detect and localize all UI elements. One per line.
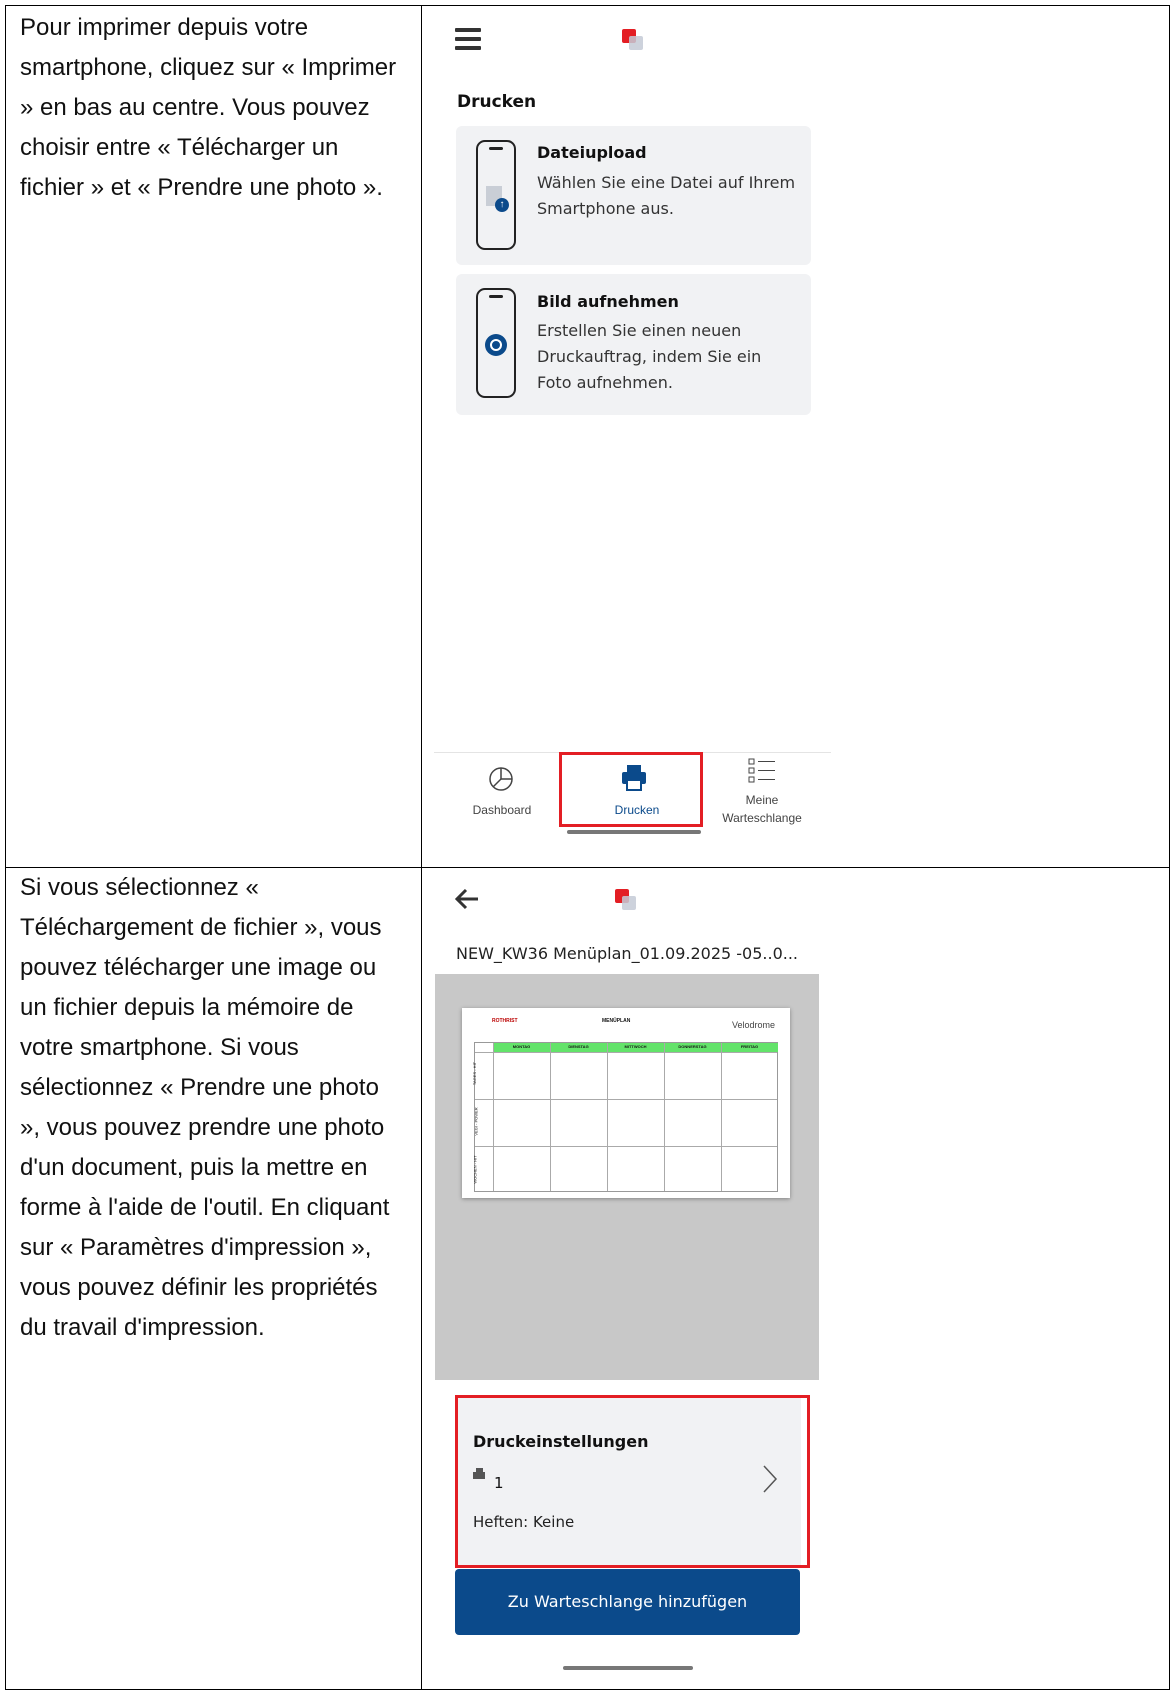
- list-icon[interactable]: [747, 757, 777, 785]
- add-to-queue-button[interactable]: Zu Warteschlange hinzufügen: [455, 1569, 800, 1635]
- home-indicator: [567, 830, 701, 834]
- day-label: DIENSTAG: [568, 1044, 589, 1049]
- menu-table: MONTAG DIENSTAG MITTWOCH DONNERSTAG FREI…: [472, 1042, 778, 1192]
- take-photo-card[interactable]: Bild aufnehmen Erstellen Sie einen neuen…: [456, 274, 811, 415]
- card-title: Bild aufnehmen: [537, 292, 679, 311]
- highlight-print-settings: [455, 1395, 810, 1568]
- nav-queue-line2[interactable]: Warteschlange: [714, 811, 810, 825]
- card-title: Dateiupload: [537, 143, 647, 162]
- file-upload-icon: ↑: [476, 140, 516, 250]
- doc-brand-right: Velodrome: [732, 1020, 776, 1030]
- app-logo: [622, 29, 648, 55]
- document-preview: ROTHRIST MENÜPLAN Velodrome MONTAG DIENS…: [435, 974, 819, 1380]
- day-label: DONNERSTAG: [678, 1044, 707, 1049]
- doc-brand-left: ROTHRIST: [492, 1018, 518, 1024]
- nav-dashboard[interactable]: Dashboard: [454, 803, 550, 817]
- page-title: Drucken: [457, 92, 537, 112]
- instruction-text-settings: Si vous sélectionnez « Téléchargement de…: [20, 874, 390, 1341]
- row-label: WOCHEN - HIT: [472, 1155, 478, 1184]
- highlight-drucken: [559, 752, 703, 827]
- column-divider: [421, 6, 422, 1689]
- menu-icon[interactable]: [455, 28, 481, 50]
- card-description: Wählen Sie eine Datei auf Ihrem Smartpho…: [537, 173, 796, 218]
- file-upload-card[interactable]: ↑ Dateiupload Wählen Sie eine Datei auf …: [456, 126, 811, 265]
- doc-title: MENÜPLAN: [602, 1018, 631, 1024]
- camera-shutter-icon: [476, 288, 516, 398]
- day-label: MITTWOCH: [624, 1044, 647, 1049]
- app-logo: [615, 889, 641, 915]
- nav-queue-line1[interactable]: Meine: [714, 793, 810, 807]
- row-label: VEGI - POWER: [473, 1107, 479, 1136]
- home-indicator: [563, 1666, 693, 1670]
- document-page: ROTHRIST MENÜPLAN Velodrome MONTAG DIENS…: [462, 1008, 790, 1198]
- back-arrow-icon[interactable]: [454, 888, 480, 910]
- file-name: NEW_KW36 Menüplan_01.09.2025 -05..0...: [456, 944, 798, 963]
- card-description: Erstellen Sie einen neuen Druckauftrag, …: [537, 321, 762, 392]
- instruction-text-print: Pour imprimer depuis votre smartphone, c…: [20, 14, 397, 201]
- day-label: MONTAG: [512, 1044, 531, 1049]
- row-label: TAGES - HIT: [472, 1061, 478, 1086]
- day-label: FREITAG: [740, 1044, 759, 1049]
- pie-chart-icon[interactable]: [487, 765, 515, 793]
